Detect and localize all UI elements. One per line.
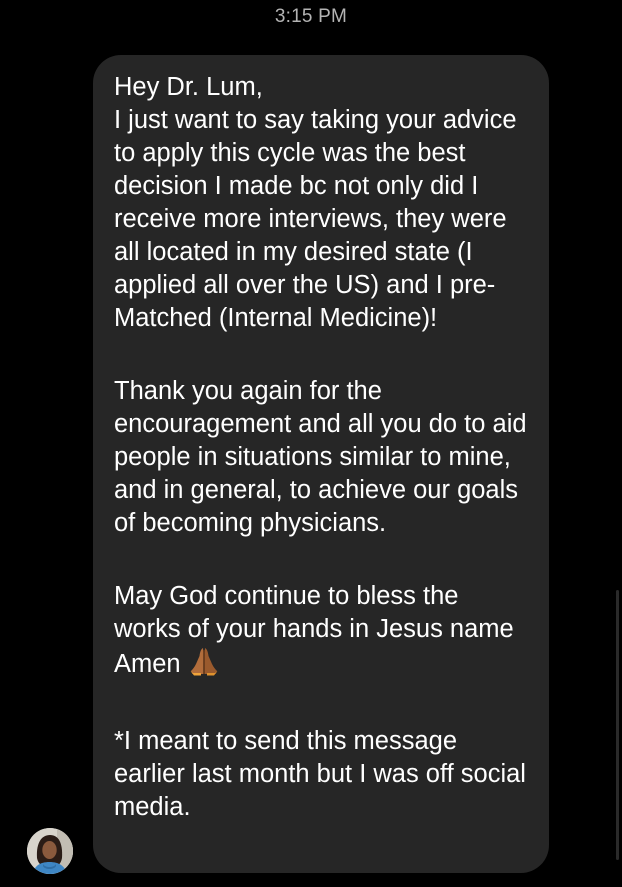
message-paragraph-2: Thank you again for the encouragement an…	[114, 377, 527, 537]
message-paragraph-1: I just want to say taking your advice to…	[114, 106, 517, 332]
message-timestamp: 3:15 PM	[274, 6, 348, 27]
message-paragraph-4: *I meant to send this message earlier la…	[114, 727, 526, 821]
message-bubble[interactable]: Hey Dr. Lum, I just want to say taking y…	[93, 55, 549, 873]
message-paragraph-3: May God continue to bless the works of y…	[114, 580, 529, 685]
scrollbar[interactable]	[616, 590, 619, 860]
praying-hands-icon	[189, 646, 219, 685]
message-paragraph-3-text: May God continue to bless the works of y…	[114, 582, 514, 678]
avatar-photo	[27, 828, 73, 874]
message-greeting: Hey Dr. Lum,	[114, 73, 263, 101]
sender-avatar[interactable]	[27, 828, 73, 874]
